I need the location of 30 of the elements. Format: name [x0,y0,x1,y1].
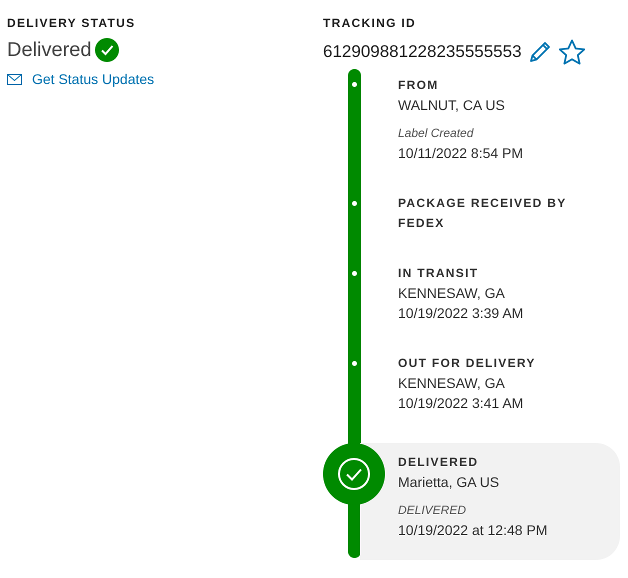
section-label: DELIVERY STATUS [7,15,136,31]
timeline-dot [352,82,357,87]
event-title: IN TRANSIT [398,265,480,282]
event-title: OUT FOR DELIVERY [398,355,537,372]
section-label: TRACKING ID [323,15,417,31]
event-location: KENNESAW, GA [398,284,506,303]
envelope-icon [7,74,22,84]
event-location: KENNESAW, GA [398,374,506,393]
favorite-button[interactable] [558,39,586,65]
timeline-dot [352,271,357,276]
event-location: Marietta, GA US [398,473,500,492]
event-title: DELIVERED [398,454,480,471]
star-icon [558,39,586,65]
event-location: WALNUT, CA US [398,96,506,115]
event-note: Label Created [398,125,475,142]
status-updates-link[interactable]: Get Status Updates [7,71,323,87]
delivery-status: Delivered [7,38,92,63]
check-circle-icon [323,443,385,505]
event-title: PACKAGE RECEIVED BY FEDEX [398,195,568,232]
event-note: DELIVERED [398,502,468,519]
event-time: 10/19/2022 3:41 AM [398,394,524,413]
event-time: 10/19/2022 at 12:48 PM [398,521,548,540]
tracking-number: 612909881228235555553 [323,42,522,62]
pencil-icon [528,40,552,64]
event-time: 10/11/2022 8:54 PM [398,144,524,163]
timeline-dot [352,361,357,366]
timeline-dot [352,201,357,206]
event-title: FROM [398,77,440,94]
edit-button[interactable] [528,40,552,64]
event-time: 10/19/2022 3:39 AM [398,304,524,323]
